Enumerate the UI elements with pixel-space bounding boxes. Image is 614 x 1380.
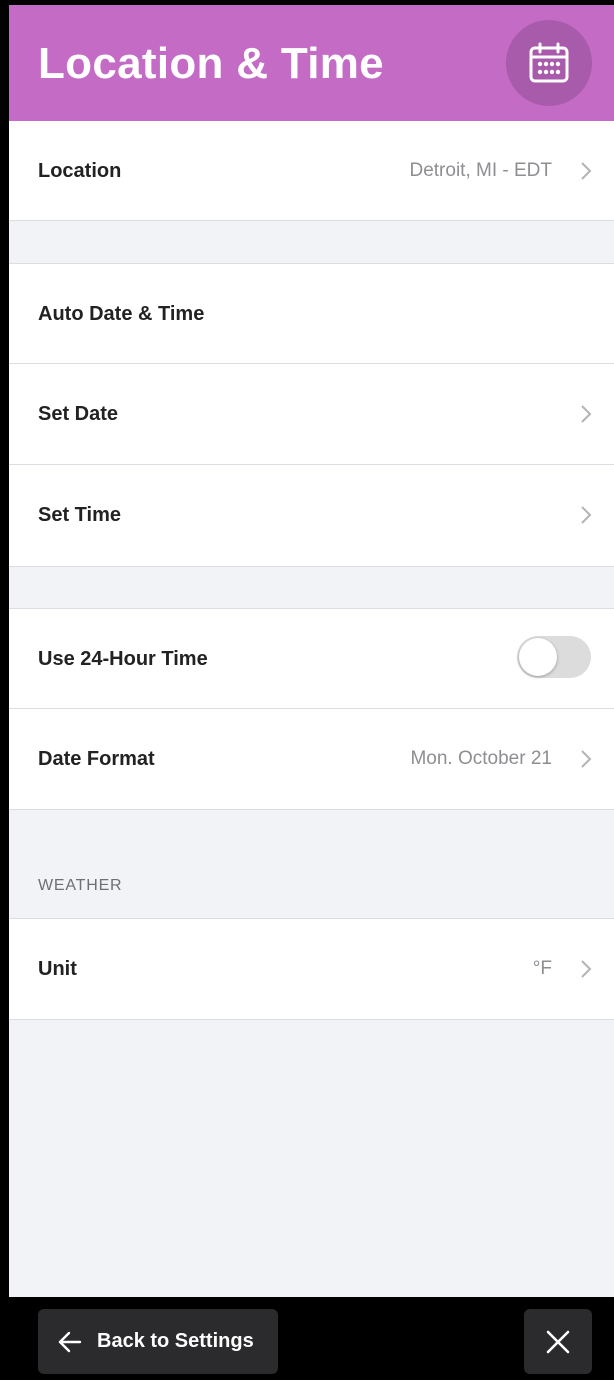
weather-section-header: WEATHER	[38, 877, 123, 894]
unit-value: °F	[532, 958, 552, 979]
use-24-hour-label: Use 24-Hour Time	[38, 648, 208, 670]
calendar-button[interactable]	[506, 20, 592, 106]
settings-screen: Location & Time Location Detroit, MI - E…	[9, 5, 614, 1297]
date-format-row[interactable]: Date Format Mon. October 21	[9, 709, 614, 810]
close-button[interactable]	[524, 1309, 592, 1374]
location-row[interactable]: Location Detroit, MI - EDT	[9, 121, 614, 221]
auto-date-time-label: Auto Date & Time	[38, 303, 205, 325]
page-header: Location & Time	[9, 5, 614, 121]
date-format-label: Date Format	[38, 748, 155, 770]
unit-label: Unit	[38, 958, 77, 980]
bottom-bar: Back to Settings	[0, 1297, 614, 1380]
arrow-left-icon	[58, 1331, 82, 1353]
chevron-right-icon	[581, 960, 592, 978]
set-date-label: Set Date	[38, 403, 119, 425]
calendar-icon	[529, 42, 569, 83]
chevron-right-icon	[581, 162, 592, 180]
unit-row[interactable]: Unit °F	[9, 918, 614, 1020]
chevron-right-icon	[581, 506, 592, 524]
toggle-knob	[519, 638, 557, 676]
back-to-settings-label: Back to Settings	[97, 1330, 254, 1352]
set-date-row[interactable]: Set Date	[9, 364, 614, 465]
date-format-value: Mon. October 21	[410, 748, 552, 769]
back-to-settings-button[interactable]: Back to Settings	[38, 1309, 278, 1374]
set-time-row[interactable]: Set Time	[9, 465, 614, 567]
set-time-label: Set Time	[38, 504, 121, 526]
location-value: Detroit, MI - EDT	[409, 160, 552, 181]
device-frame: Location & Time Location Detroit, MI - E…	[0, 0, 614, 1380]
chevron-right-icon	[581, 405, 592, 423]
close-icon	[546, 1330, 570, 1354]
chevron-right-icon	[581, 750, 592, 768]
page-title: Location & Time	[38, 39, 384, 88]
auto-date-time-row[interactable]: Auto Date & Time	[9, 263, 614, 364]
location-label: Location	[38, 160, 122, 182]
use-24-hour-toggle[interactable]	[517, 636, 591, 678]
